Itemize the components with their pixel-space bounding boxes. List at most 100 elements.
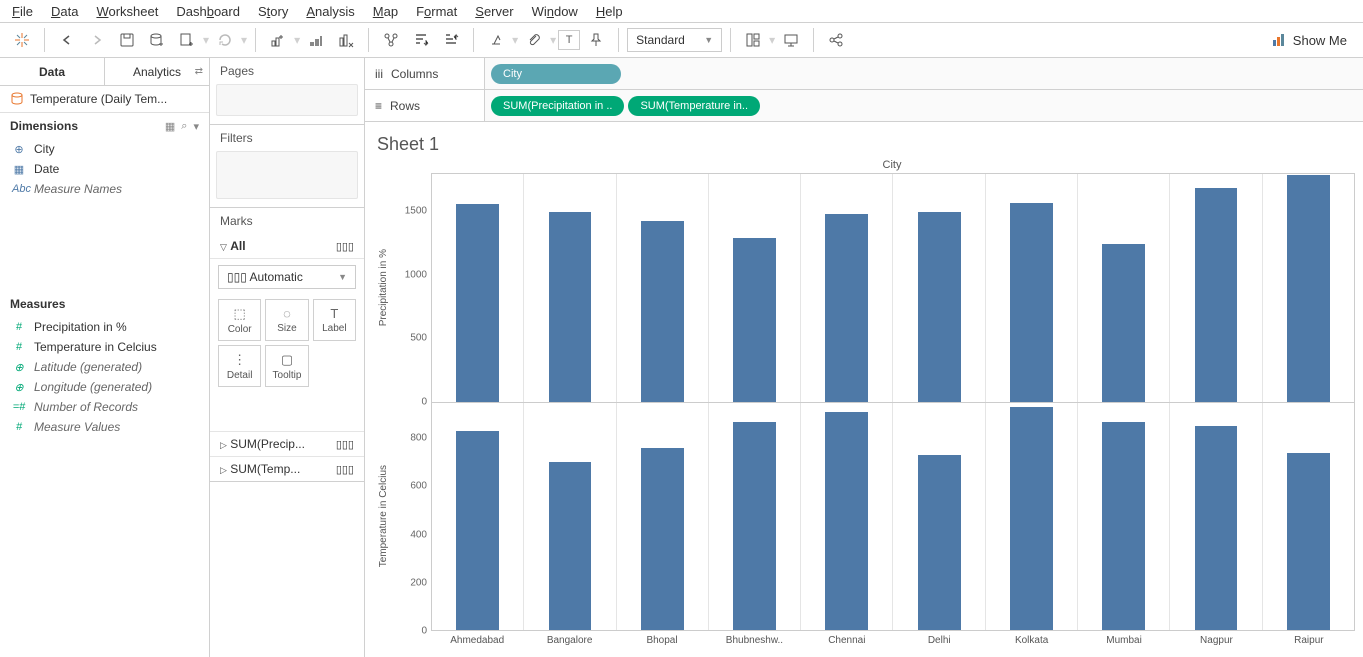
search-icon[interactable]: ⌕ (181, 120, 187, 133)
tab-data[interactable]: Data (0, 58, 105, 85)
presentation-icon[interactable] (777, 26, 805, 54)
field-date[interactable]: ▦Date (0, 159, 209, 179)
bar[interactable] (1287, 453, 1330, 630)
field-temperature-in-celcius[interactable]: #Temperature in Celcius (0, 337, 209, 357)
tableau-logo-icon[interactable] (8, 26, 36, 54)
bar-cell[interactable] (801, 403, 893, 631)
view-icon[interactable]: ▦ (165, 120, 175, 133)
field-measure-names[interactable]: AbcMeasure Names (0, 179, 209, 199)
mark-detail[interactable]: ⋮Detail (218, 345, 261, 387)
pill-temp[interactable]: SUM(Temperature in.. (628, 96, 760, 116)
mark-type-dropdown[interactable]: ▯▯▯ Automatic▼ (218, 265, 356, 289)
bar[interactable] (641, 448, 684, 630)
menu-file[interactable]: File (12, 4, 33, 19)
new-worksheet-icon[interactable] (173, 26, 201, 54)
sheet-title[interactable]: Sheet 1 (369, 130, 1355, 157)
bar[interactable] (1010, 203, 1053, 401)
bar-cell[interactable] (986, 403, 1078, 631)
save-icon[interactable] (113, 26, 141, 54)
menu-dashboard[interactable]: Dashboard (176, 4, 240, 19)
field-latitude-generated-[interactable]: ⊕Latitude (generated) (0, 357, 209, 377)
bar-cell[interactable] (801, 174, 893, 402)
bar[interactable] (1287, 175, 1330, 401)
bar[interactable] (1195, 188, 1238, 402)
bar[interactable] (456, 204, 499, 401)
bar-cell[interactable] (1078, 403, 1170, 631)
group-icon[interactable] (377, 26, 405, 54)
highlight-icon[interactable] (482, 26, 510, 54)
pin-icon[interactable] (582, 26, 610, 54)
bar-cell[interactable] (617, 174, 709, 402)
show-me-button[interactable]: Show Me (1271, 32, 1355, 48)
bar[interactable] (1102, 422, 1145, 630)
mark-size[interactable]: ◌Size (265, 299, 308, 341)
bar-cell[interactable] (1170, 403, 1262, 631)
bar[interactable] (1195, 426, 1238, 630)
chart-temperature[interactable] (432, 403, 1354, 631)
refresh-icon[interactable] (211, 26, 239, 54)
field-longitude-generated-[interactable]: ⊕Longitude (generated) (0, 377, 209, 397)
mark-label[interactable]: TLabel (313, 299, 356, 341)
bar-cell[interactable] (893, 403, 985, 631)
field-city[interactable]: ⊕City (0, 139, 209, 159)
bar[interactable] (918, 212, 961, 402)
bar-cell[interactable] (432, 403, 524, 631)
swap-icon[interactable] (264, 26, 292, 54)
bar[interactable] (456, 431, 499, 630)
redo-icon[interactable] (83, 26, 111, 54)
sort-asc-icon[interactable] (302, 26, 330, 54)
sort-asc2-icon[interactable] (437, 26, 465, 54)
bar-cell[interactable] (617, 403, 709, 631)
filters-shelf[interactable] (216, 151, 358, 199)
bar-cell[interactable] (432, 174, 524, 402)
datasource-row[interactable]: Temperature (Daily Tem... (0, 86, 209, 113)
undo-icon[interactable] (53, 26, 81, 54)
menu-story[interactable]: Story (258, 4, 288, 19)
bar[interactable] (733, 238, 776, 401)
bar[interactable] (825, 214, 868, 401)
menu-format[interactable]: Format (416, 4, 457, 19)
bar[interactable] (1102, 244, 1145, 402)
bar-cell[interactable] (524, 403, 616, 631)
bar[interactable] (733, 422, 776, 630)
bar-cell[interactable] (1078, 174, 1170, 402)
clear-sheet-icon[interactable] (332, 26, 360, 54)
bar-cell[interactable] (1170, 174, 1262, 402)
bar[interactable] (918, 455, 961, 630)
bar[interactable] (641, 221, 684, 402)
pill-city[interactable]: City (491, 64, 621, 84)
bar[interactable] (1010, 407, 1053, 630)
new-datasource-icon[interactable] (143, 26, 171, 54)
attach-icon[interactable] (520, 26, 548, 54)
chart-precipitation[interactable] (432, 174, 1354, 403)
label-icon[interactable]: T (558, 30, 580, 50)
show-cards-icon[interactable] (739, 26, 767, 54)
menu-analysis[interactable]: Analysis (306, 4, 354, 19)
mark-tooltip[interactable]: ▢Tooltip (265, 345, 308, 387)
mark-color[interactable]: ⬚Color (218, 299, 261, 341)
sort-desc-icon[interactable] (407, 26, 435, 54)
share-icon[interactable] (822, 26, 850, 54)
rows-shelf[interactable]: SUM(Precipitation in .. SUM(Temperature … (485, 90, 1363, 121)
bar[interactable] (825, 412, 868, 630)
menu-icon[interactable]: ▾ (193, 120, 199, 133)
menu-help[interactable]: Help (596, 4, 623, 19)
field-number-of-records[interactable]: =#Number of Records (0, 397, 209, 417)
bar[interactable] (549, 212, 592, 402)
bar-cell[interactable] (709, 174, 801, 402)
bar-cell[interactable] (709, 403, 801, 631)
bar-cell[interactable] (1263, 403, 1354, 631)
bar[interactable] (549, 462, 592, 630)
menu-worksheet[interactable]: Worksheet (96, 4, 158, 19)
columns-shelf[interactable]: City (485, 58, 1363, 89)
bar-cell[interactable] (524, 174, 616, 402)
bar-cell[interactable] (893, 174, 985, 402)
field-measure-values[interactable]: #Measure Values (0, 417, 209, 437)
menu-map[interactable]: Map (373, 4, 398, 19)
menu-data[interactable]: Data (51, 4, 78, 19)
tab-analytics[interactable]: Analytics⇄ (105, 58, 209, 85)
menu-server[interactable]: Server (475, 4, 513, 19)
pill-precip[interactable]: SUM(Precipitation in .. (491, 96, 624, 116)
marks-all-row[interactable]: ▽ All▯▯▯ (210, 234, 364, 259)
bar-cell[interactable] (1263, 174, 1354, 402)
